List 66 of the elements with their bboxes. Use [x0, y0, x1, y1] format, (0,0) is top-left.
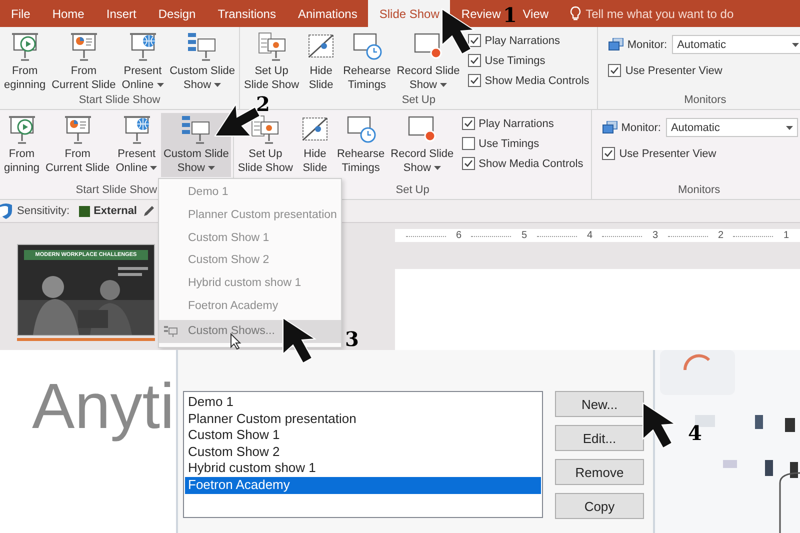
- ribbon-button[interactable]: From eginning: [2, 30, 48, 94]
- checkbox[interactable]: Use Presenter View: [602, 147, 798, 160]
- field-label: Monitor:: [627, 38, 668, 50]
- ribbon-tab[interactable]: Animations: [294, 6, 360, 21]
- ruler-number: 3: [652, 230, 658, 241]
- ruler-number: 4: [586, 230, 593, 241]
- tell-me-search[interactable]: Tell me what you want to do: [586, 6, 734, 20]
- ribbon-button[interactable]: Present Online: [114, 113, 160, 177]
- sensitivity-label: Sensitivity:: [17, 205, 70, 217]
- group-label: Start Slide Show: [78, 94, 160, 107]
- shows-list[interactable]: Demo 1 Planner Custom presentation Custom Show 1 Custom Show 2 Hybrid custom show 1 Foetron Academy: [183, 391, 543, 518]
- ribbon-button[interactable]: Present Online: [120, 30, 166, 94]
- group-label: Monitors: [678, 184, 720, 197]
- checkbox[interactable]: Play Narrations: [468, 34, 590, 47]
- step-number: 2: [256, 92, 270, 116]
- ribbon-tab[interactable]: File: [8, 6, 34, 21]
- ruler-number: 1: [783, 230, 790, 241]
- ribbon-button[interactable]: Record Slide Show: [394, 30, 462, 94]
- list-item[interactable]: Hybrid custom show 1: [185, 460, 541, 477]
- monitor-dropdown[interactable]: Automatic: [672, 35, 800, 54]
- monitor-dropdown[interactable]: Automatic: [666, 118, 798, 137]
- ribbon-button[interactable]: Rehearse Timings: [334, 113, 387, 177]
- ribbon-tab[interactable]: Transitions: [214, 6, 279, 21]
- ribbon-tab[interactable]: Insert: [103, 6, 140, 21]
- ribbon-tab[interactable]: Design: [155, 6, 199, 21]
- ribbon-tab[interactable]: Review: [458, 6, 504, 21]
- group-label: Set Up: [396, 184, 430, 197]
- ribbon-button[interactable]: Custom Slide Show: [168, 30, 238, 94]
- ribbon-button[interactable]: Hide Slide: [296, 113, 333, 177]
- list-item[interactable]: Custom Show 1: [185, 427, 541, 444]
- checkbox[interactable]: Show Media Controls: [468, 74, 590, 87]
- checkbox[interactable]: Use Timings: [462, 137, 584, 150]
- ribbon-button[interactable]: Rehearse Timings: [341, 30, 393, 94]
- group-label: Start Slide Show: [76, 184, 158, 197]
- ribbon-tab[interactable]: Slide Show: [368, 0, 450, 27]
- ribbon-button[interactable]: From Current Slide: [50, 30, 118, 94]
- dialog-button[interactable]: Remove: [555, 459, 644, 485]
- group-label: Monitors: [684, 94, 726, 107]
- ruler-number: 6: [456, 230, 462, 241]
- list-item[interactable]: Foetron Academy: [185, 476, 541, 494]
- ribbon-button[interactable]: Custom Slide Show: [161, 113, 231, 177]
- field-label: Monitor:: [621, 122, 661, 134]
- checkbox[interactable]: Show Media Controls: [462, 157, 584, 170]
- ribbon-button[interactable]: Record Slide Show: [388, 113, 456, 177]
- ribbon-button[interactable]: From Current Slide: [43, 113, 112, 177]
- checkbox[interactable]: Use Presenter View: [608, 64, 800, 77]
- ribbon-button[interactable]: Set Up Slide Show: [242, 30, 302, 94]
- list-item[interactable]: Planner Custom presentation: [185, 410, 541, 428]
- ribbon-button[interactable]: From ginning: [2, 113, 42, 177]
- checkbox[interactable]: Play Narrations: [462, 117, 584, 130]
- ruler-number: 2: [718, 230, 724, 241]
- dialog-button[interactable]: New...: [555, 391, 644, 417]
- list-item[interactable]: Demo 1: [185, 394, 541, 411]
- list-item[interactable]: Custom Show 2: [185, 444, 541, 460]
- sensitivity-value: External: [94, 205, 137, 217]
- step-number: 4: [688, 421, 702, 445]
- step-number: 1: [503, 3, 517, 27]
- dialog-button[interactable]: Edit...: [555, 425, 644, 451]
- step-number: 3: [345, 327, 359, 351]
- ribbon-button[interactable]: Hide Slide: [303, 30, 340, 94]
- ribbon-tab[interactable]: View: [520, 6, 552, 21]
- group-label: Set Up: [402, 94, 436, 107]
- ruler-number: 5: [521, 230, 528, 241]
- ribbon-tab[interactable]: Home: [49, 6, 88, 21]
- dialog-button[interactable]: Copy: [555, 493, 644, 519]
- checkbox[interactable]: Use Timings: [468, 54, 590, 67]
